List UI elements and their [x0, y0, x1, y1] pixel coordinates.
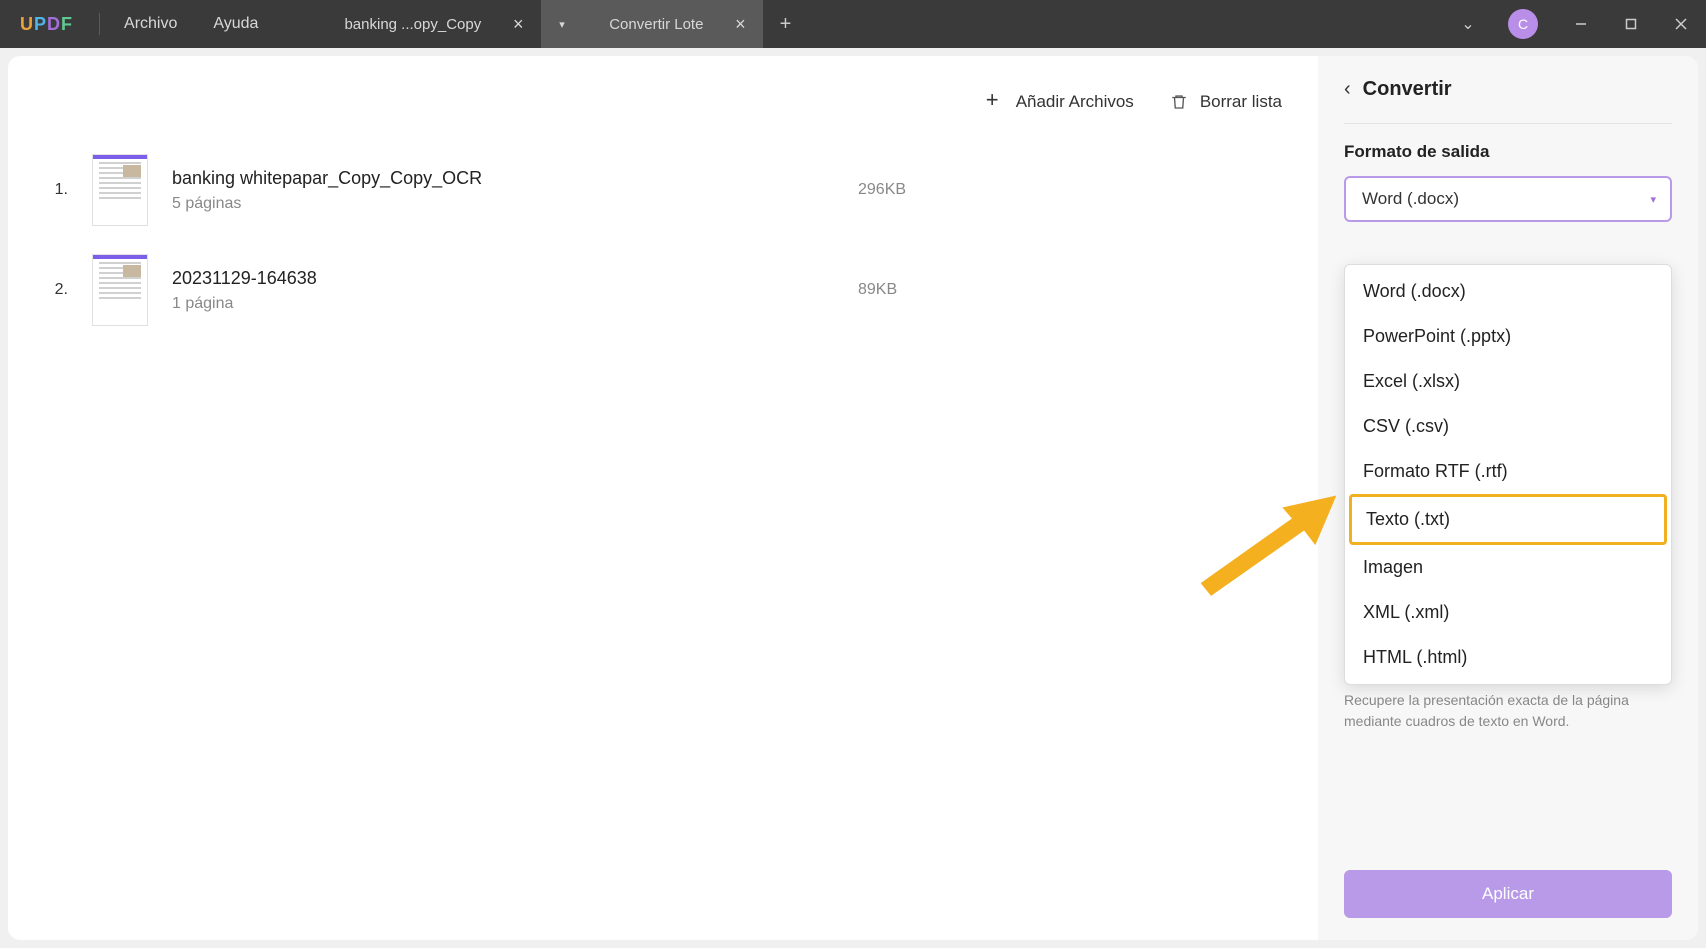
close-icon[interactable]: ×	[509, 14, 527, 35]
button-label: Borrar lista	[1200, 92, 1282, 112]
tab-document[interactable]: banking ...opy_Copy ×	[276, 0, 541, 48]
close-window-button[interactable]	[1656, 0, 1706, 48]
selected-value: Word (.docx)	[1362, 189, 1459, 209]
format-option[interactable]: Texto (.txt)	[1349, 494, 1667, 545]
tab-batch-convert[interactable]: ▾ Convertir Lote ×	[541, 0, 763, 48]
format-option[interactable]: PowerPoint (.pptx)	[1349, 314, 1667, 359]
format-option[interactable]: CSV (.csv)	[1349, 404, 1667, 449]
file-size: 296KB	[858, 181, 998, 199]
close-icon[interactable]: ×	[731, 14, 749, 35]
convert-panel: ‹ Convertir Formato de salida Word (.doc…	[1318, 56, 1698, 940]
file-index: 2.	[44, 281, 68, 299]
format-option[interactable]: Imagen	[1349, 545, 1667, 590]
format-option[interactable]: Word (.docx)	[1349, 269, 1667, 314]
format-label: Formato de salida	[1344, 142, 1672, 162]
file-pages: 1 página	[172, 295, 834, 313]
app-logo: UPDF	[0, 14, 93, 35]
clear-list-button[interactable]: Borrar lista	[1170, 92, 1282, 112]
chevron-down-icon[interactable]: ⌄	[1446, 14, 1490, 34]
format-option[interactable]: Formato RTF (.rtf)	[1349, 449, 1667, 494]
file-size: 89KB	[858, 281, 998, 299]
divider	[99, 13, 100, 35]
format-option[interactable]: Excel (.xlsx)	[1349, 359, 1667, 404]
maximize-button[interactable]	[1606, 0, 1656, 48]
titlebar: UPDF Archivo Ayuda banking ...opy_Copy ×…	[0, 0, 1706, 48]
tab-label: banking ...opy_Copy	[316, 16, 509, 33]
format-dropdown: Word (.docx)PowerPoint (.pptx)Excel (.xl…	[1344, 264, 1672, 685]
format-option[interactable]: HTML (.html)	[1349, 635, 1667, 680]
file-name: 20231129-164638	[172, 268, 834, 289]
file-list-panel: + Añadir Archivos Borrar lista 1. bankin…	[8, 56, 1318, 940]
file-index: 1.	[44, 181, 68, 199]
minimize-button[interactable]	[1556, 0, 1606, 48]
menu-help[interactable]: Ayuda	[195, 15, 276, 33]
new-tab-button[interactable]: +	[763, 13, 807, 36]
menu-file[interactable]: Archivo	[106, 15, 195, 33]
file-row[interactable]: 2. 20231129-164638 1 página 89KB	[44, 240, 1282, 340]
trash-icon	[1170, 93, 1188, 111]
panel-title: Convertir	[1363, 78, 1452, 101]
caret-down-icon[interactable]: ▾	[559, 18, 565, 31]
file-name: banking whitepapar_Copy_Copy_OCR	[172, 168, 834, 189]
format-option[interactable]: XML (.xml)	[1349, 590, 1667, 635]
option-description: Recupere la presentación exacta de la pá…	[1344, 690, 1672, 732]
tab-label: Convertir Lote	[581, 16, 731, 33]
file-thumbnail	[92, 254, 148, 326]
apply-button[interactable]: Aplicar	[1344, 870, 1672, 918]
file-thumbnail	[92, 154, 148, 226]
file-row[interactable]: 1. banking whitepapar_Copy_Copy_OCR 5 pá…	[44, 140, 1282, 240]
file-pages: 5 páginas	[172, 195, 834, 213]
back-icon[interactable]: ‹	[1344, 78, 1351, 101]
dropdown-icon: ▾	[1650, 193, 1656, 206]
add-files-button[interactable]: + Añadir Archivos	[986, 92, 1134, 112]
button-label: Añadir Archivos	[1016, 92, 1134, 112]
separator	[1344, 123, 1672, 124]
format-select[interactable]: Word (.docx) ▾	[1344, 176, 1672, 222]
plus-icon: +	[986, 93, 1004, 111]
user-avatar[interactable]: C	[1508, 9, 1538, 39]
